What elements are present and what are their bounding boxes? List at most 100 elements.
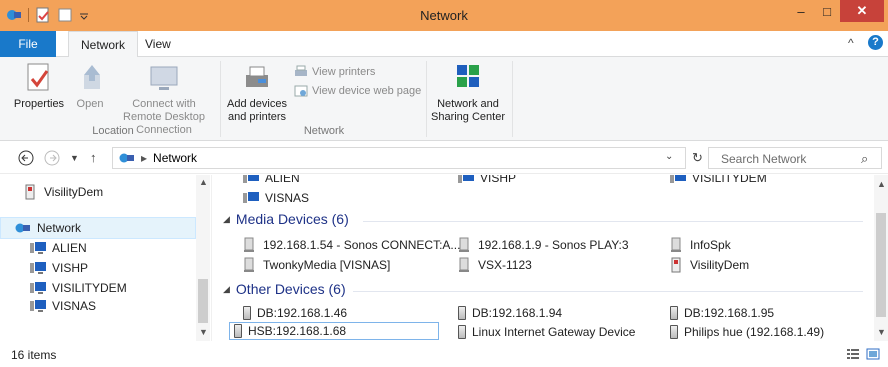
item-label: HSB:192.168.1.68 (248, 324, 347, 338)
group-header-media-devices[interactable]: ◢ Media Devices (6) (223, 211, 349, 227)
item-label: VSX-1123 (478, 258, 532, 272)
nav-item-label: VISNAS (52, 299, 97, 313)
search-placeholder: Search Network (721, 152, 807, 166)
search-field[interactable]: Search Network ⌕ (708, 147, 882, 169)
other-device-item[interactable]: DB:192.168.1.94 (458, 304, 562, 322)
nav-item-label: VisilityDem (44, 185, 104, 199)
network-location-icon (119, 153, 134, 163)
collapse-group-icon[interactable]: ◢ (223, 284, 230, 295)
item-label: VISNAS (265, 191, 310, 205)
view-printers-icon (295, 65, 307, 76)
breadcrumb-network[interactable]: Network (153, 151, 197, 165)
computer-item-vishp[interactable]: VISHP (458, 175, 516, 187)
ribbon: Properties Open Connect with Remote Desk… (0, 57, 888, 141)
item-label: DB:192.168.1.46 (257, 306, 348, 320)
computer-icon (458, 175, 474, 183)
minimize-button[interactable]: – (788, 0, 814, 22)
view-printers-button[interactable]: View printers (294, 65, 375, 79)
computer-icon (30, 242, 46, 254)
item-label: 192.168.1.9 - Sonos PLAY:3 (478, 238, 629, 252)
media-device-icon (459, 257, 469, 272)
item-label: 192.168.1.54 - Sonos CONNECT:A... (263, 238, 461, 252)
item-label: DB:192.168.1.95 (684, 306, 775, 320)
tab-view[interactable]: View (133, 31, 183, 57)
content-scroll-thumb[interactable] (876, 213, 886, 317)
media-device-icon (244, 257, 254, 272)
close-button[interactable]: ✕ (840, 0, 884, 22)
media-item[interactable]: 192.168.1.9 - Sonos PLAY:3 (458, 236, 629, 254)
scroll-up-icon[interactable]: ▲ (877, 179, 886, 189)
details-view-icon[interactable] (846, 347, 860, 361)
scroll-down-icon[interactable]: ▼ (877, 327, 886, 337)
recent-locations-icon[interactable]: ▼ (70, 153, 79, 163)
media-item[interactable]: VSX-1123 (458, 256, 532, 274)
nav-scrollbar[interactable]: ▲ ▼ (196, 175, 210, 341)
computer-item-alien[interactable]: ALIEN (243, 175, 300, 187)
device-icon (670, 306, 678, 320)
computer-item-visilitydem[interactable]: VISILITYDEM (670, 175, 767, 187)
group-heading: Media Devices (6) (235, 211, 349, 227)
status-bar: 16 items (0, 341, 888, 367)
content-pane: ALIEN VISHP VISILITYDEM VISNAS ◢ Media D… (213, 175, 874, 341)
nav-item-network[interactable]: Network (0, 217, 196, 239)
nav-item-label: Network (37, 221, 82, 235)
view-device-web-page-label: View device web page (312, 85, 422, 97)
view-device-web-page-button[interactable]: View device web page (294, 84, 421, 98)
device-icon (458, 306, 466, 320)
tab-network[interactable]: Network (68, 31, 139, 58)
nav-scroll-thumb[interactable] (198, 279, 208, 323)
scroll-up-icon[interactable]: ▲ (199, 177, 208, 187)
nav-item-vishp[interactable]: VISHP (30, 257, 88, 279)
collapse-group-icon[interactable]: ◢ (223, 214, 230, 225)
up-icon[interactable]: ↑ (90, 150, 97, 165)
other-device-item[interactable]: DB:192.168.1.46 (243, 304, 347, 322)
navigation-pane: VisilityDem Network ALIEN VISHP VISILITY… (0, 175, 212, 341)
address-field[interactable]: ▸ Network ⌄ (112, 147, 686, 169)
ribbon-separator (220, 61, 221, 137)
open-button[interactable]: Open (74, 61, 106, 111)
back-icon[interactable] (18, 150, 34, 169)
item-label: VISILITYDEM (692, 175, 767, 185)
properties-button[interactable]: Properties (10, 61, 68, 111)
remote-desktop-icon (150, 66, 178, 90)
media-item[interactable]: 192.168.1.54 - Sonos CONNECT:A... (243, 236, 460, 254)
nav-item-visilitydem[interactable]: VisilityDem (24, 181, 103, 203)
collapse-ribbon-button[interactable]: ^ (848, 36, 854, 50)
item-label: VisilityDem (690, 258, 750, 272)
ribbon-separator (426, 61, 427, 137)
maximize-button[interactable]: □ (814, 0, 840, 22)
scroll-down-icon[interactable]: ▼ (199, 327, 208, 337)
tab-file[interactable]: File (0, 31, 56, 57)
refresh-icon[interactable]: ↻ (692, 150, 703, 166)
other-device-item[interactable]: Linux Internet Gateway Device (458, 323, 635, 341)
other-device-item[interactable]: DB:192.168.1.95 (670, 304, 774, 322)
nav-item-alien[interactable]: ALIEN (30, 237, 87, 259)
other-device-item[interactable]: Philips hue (192.168.1.49) (670, 323, 824, 341)
media-item[interactable]: InfoSpk (670, 236, 731, 254)
computer-item-visnas[interactable]: VISNAS (243, 189, 309, 207)
item-label: ALIEN (265, 175, 300, 185)
address-dropdown-icon[interactable]: ⌄ (665, 151, 673, 162)
nav-item-visnas[interactable]: VISNAS (30, 295, 96, 317)
open-label: Open (76, 98, 104, 110)
media-item[interactable]: VisilityDem (670, 256, 749, 274)
item-label: DB:192.168.1.94 (472, 306, 563, 320)
computer-icon (670, 175, 686, 183)
content-scrollbar[interactable]: ▲ ▼ (874, 175, 888, 341)
breadcrumb: ▸ Network (119, 151, 197, 165)
forward-icon[interactable] (44, 150, 60, 169)
device-icon (234, 324, 242, 338)
item-label: InfoSpk (690, 238, 731, 252)
item-label: Philips hue (192.168.1.49) (684, 325, 825, 339)
add-devices-button[interactable]: Add devices and printers (226, 61, 288, 124)
help-icon[interactable]: ? (868, 35, 883, 50)
search-icon[interactable]: ⌕ (861, 151, 868, 167)
group-divider (353, 291, 863, 292)
network-sharing-center-button[interactable]: Network and Sharing Center (430, 61, 506, 124)
group-header-other-devices[interactable]: ◢ Other Devices (6) (223, 281, 346, 297)
media-item[interactable]: TwonkyMedia [VISNAS] (243, 256, 390, 274)
large-icons-view-icon[interactable] (866, 347, 880, 361)
other-device-item-selected[interactable]: HSB:192.168.1.68 (229, 322, 439, 340)
device-icon (670, 325, 678, 339)
address-bar: ▼ ↑ ▸ Network ⌄ ↻ Search Network ⌕ (0, 142, 888, 174)
